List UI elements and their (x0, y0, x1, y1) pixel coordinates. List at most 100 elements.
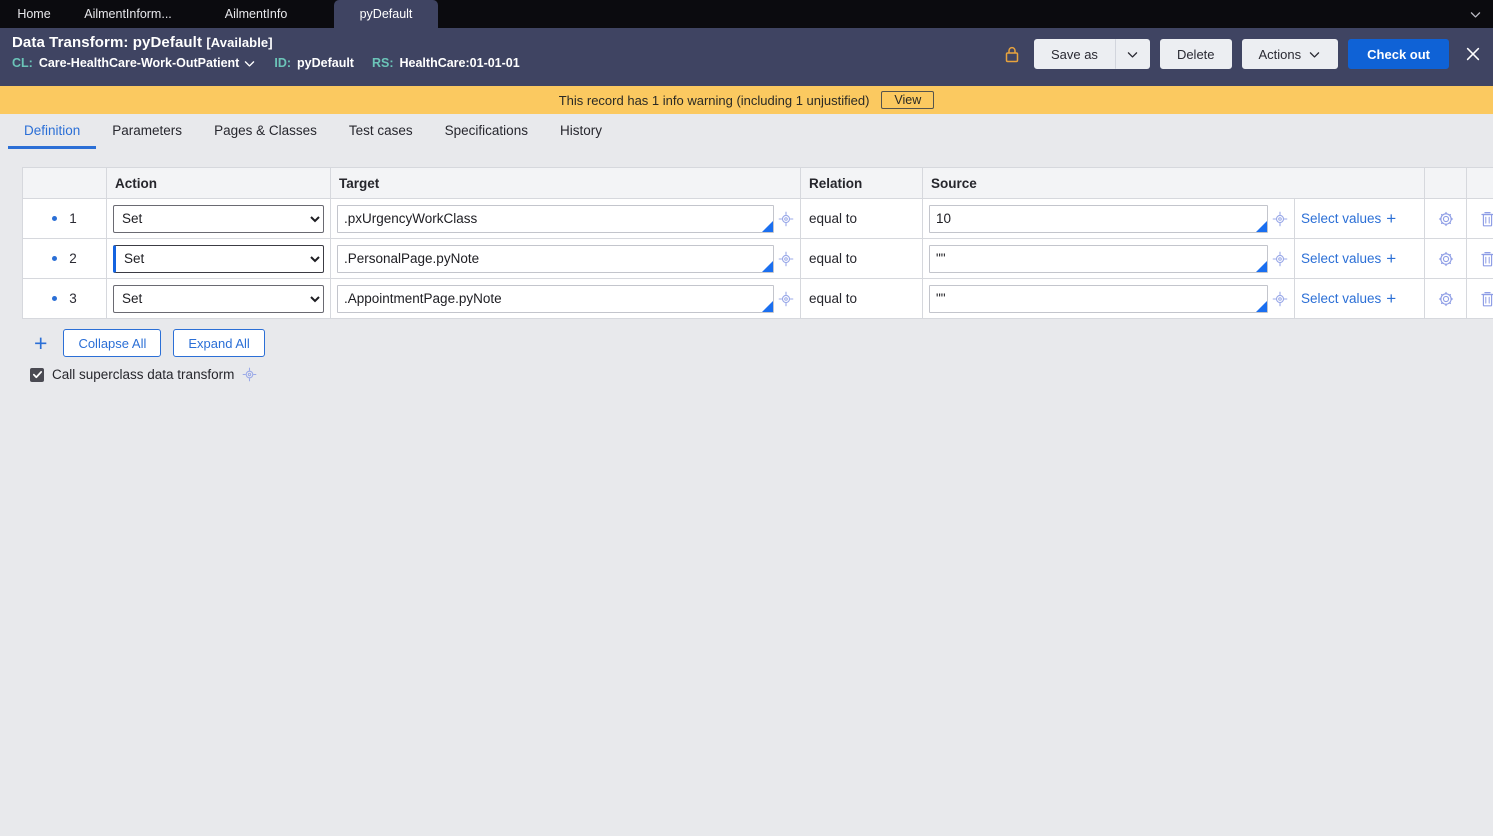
tab-label: Parameters (112, 122, 183, 138)
row-bullet-icon (52, 296, 58, 301)
select-values-label: Select values (1301, 211, 1382, 226)
table-row: 1 Set .pxUrgencyWorkClass equal to 10 Se… (22, 198, 1493, 239)
source-crosshair-icon[interactable] (1272, 251, 1288, 267)
target-crosshair-icon[interactable] (778, 251, 794, 267)
select-values-link[interactable]: Select values + (1301, 250, 1418, 267)
save-as-chevron-down-icon[interactable] (1114, 39, 1150, 69)
expand-all-button[interactable]: Expand All (173, 329, 265, 357)
add-row-plus-icon[interactable]: + (30, 331, 51, 355)
row-bullet-icon (52, 216, 58, 221)
settings-cell (1424, 238, 1467, 279)
browser-tab-ailmentinform[interactable]: AilmentInform... (68, 0, 188, 28)
call-superclass-checkbox[interactable] (30, 367, 44, 382)
target-input[interactable] (337, 284, 774, 313)
trash-icon[interactable] (1479, 250, 1493, 268)
collapse-all-button[interactable]: Collapse All (63, 329, 162, 357)
class-chevron-down-icon[interactable] (243, 57, 256, 70)
target-crosshair-icon[interactable] (778, 291, 794, 307)
relation-cell: equal to (800, 198, 923, 239)
row-number: 1 (69, 211, 77, 226)
browser-tab-label: pyDefault (359, 7, 413, 21)
delete-cell (1466, 198, 1493, 239)
browser-tab-pydefault[interactable]: pyDefault (334, 0, 438, 28)
target-input[interactable] (337, 244, 774, 273)
source-crosshair-icon[interactable] (1272, 291, 1288, 307)
col-header-delete (1466, 167, 1493, 199)
gear-icon[interactable] (1437, 250, 1455, 268)
target-cell (330, 278, 801, 319)
table-row: 2 Set .PersonalPage.pyNote equal to "" S… (22, 238, 1493, 279)
id-value: pyDefault (297, 56, 354, 70)
view-warning-button[interactable]: View (881, 91, 935, 109)
select-values-link[interactable]: Select values + (1301, 210, 1418, 227)
tab-label: Test cases (348, 122, 413, 138)
tab-pages-and-classes[interactable]: Pages & Classes (198, 114, 333, 149)
tab-test-cases[interactable]: Test cases (333, 114, 429, 149)
tab-definition[interactable]: Definition (8, 114, 97, 149)
empty-content-area (0, 409, 1493, 836)
row-number-cell: 2 (22, 238, 107, 279)
actions-menu-button[interactable]: Actions (1241, 39, 1339, 69)
tab-overflow-chevron-down-icon[interactable] (1465, 4, 1485, 24)
tab-label: Definition (24, 122, 81, 138)
select-values-cell: Select values + (1294, 278, 1425, 319)
browser-tab-strip: Home AilmentInform... AilmentInfo pyDefa… (0, 0, 1493, 28)
table-row: 3 Set .AppointmentPage.pyNote equal to "… (22, 278, 1493, 319)
source-cell (922, 198, 1295, 239)
tab-history[interactable]: History (544, 114, 618, 149)
browser-tab-label: AilmentInform... (84, 7, 172, 21)
source-crosshair-icon[interactable] (1272, 211, 1288, 227)
table-header-row: Action Target Relation Source (22, 167, 1493, 199)
source-input[interactable] (929, 204, 1268, 233)
class-value: Care-HealthCare-Work-OutPatient (38, 56, 240, 70)
relation-cell: equal to (800, 238, 923, 279)
gear-icon[interactable] (1437, 210, 1455, 228)
action-select[interactable]: Set (113, 204, 324, 233)
col-header-number (22, 167, 107, 199)
col-header-relation: Relation (800, 167, 923, 199)
save-as-split-button: Save as (1033, 39, 1150, 69)
source-cell (922, 278, 1295, 319)
target-input[interactable] (337, 204, 774, 233)
settings-cell (1424, 278, 1467, 319)
class-label: CL: (12, 56, 33, 70)
actions-menu-label: Actions (1258, 46, 1302, 62)
warning-message: This record has 1 info warning (includin… (558, 92, 870, 108)
row-number-cell: 3 (22, 278, 107, 319)
action-select[interactable]: Set (113, 284, 324, 313)
rule-status: [Available] (206, 35, 273, 50)
settings-cell (1424, 198, 1467, 239)
browser-tab-ailmentinfo[interactable]: AilmentInfo (196, 0, 316, 28)
select-values-label: Select values (1301, 251, 1382, 266)
source-input[interactable] (929, 244, 1268, 273)
trash-icon[interactable] (1479, 210, 1493, 228)
trash-icon[interactable] (1479, 290, 1493, 308)
lock-icon[interactable] (1004, 45, 1020, 64)
action-select[interactable]: Set (113, 244, 324, 273)
save-as-button[interactable]: Save as (1033, 39, 1115, 69)
ruleset-label: RS: (371, 56, 394, 70)
check-out-button[interactable]: Check out (1348, 39, 1449, 69)
rule-header: Data Transform: pyDefault [Available] CL… (0, 28, 1493, 86)
target-crosshair-icon[interactable] (778, 211, 794, 227)
source-input[interactable] (929, 284, 1268, 313)
action-cell: Set (106, 238, 331, 279)
select-values-cell: Select values + (1294, 238, 1425, 279)
close-icon[interactable] (1461, 42, 1485, 66)
tab-parameters[interactable]: Parameters (96, 114, 198, 149)
definition-panel: Action Target Relation Source 1 Set .pxU… (0, 149, 1493, 409)
source-cell (922, 238, 1295, 279)
call-superclass-crosshair-icon[interactable] (242, 367, 257, 382)
relation-text: equal to (809, 290, 858, 306)
delete-cell (1466, 278, 1493, 319)
rule-form-tabs: Definition Parameters Pages & Classes Te… (0, 114, 1493, 149)
browser-tab-home[interactable]: Home (0, 0, 68, 28)
call-superclass-label: Call superclass data transform (52, 367, 235, 382)
target-cell (330, 198, 801, 239)
gear-icon[interactable] (1437, 290, 1455, 308)
page-title-text: Data Transform: pyDefault (12, 34, 203, 51)
select-values-link[interactable]: Select values + (1301, 290, 1418, 307)
tab-specifications[interactable]: Specifications (429, 114, 544, 149)
tab-label: Specifications (444, 122, 528, 138)
delete-button[interactable]: Delete (1159, 39, 1232, 69)
